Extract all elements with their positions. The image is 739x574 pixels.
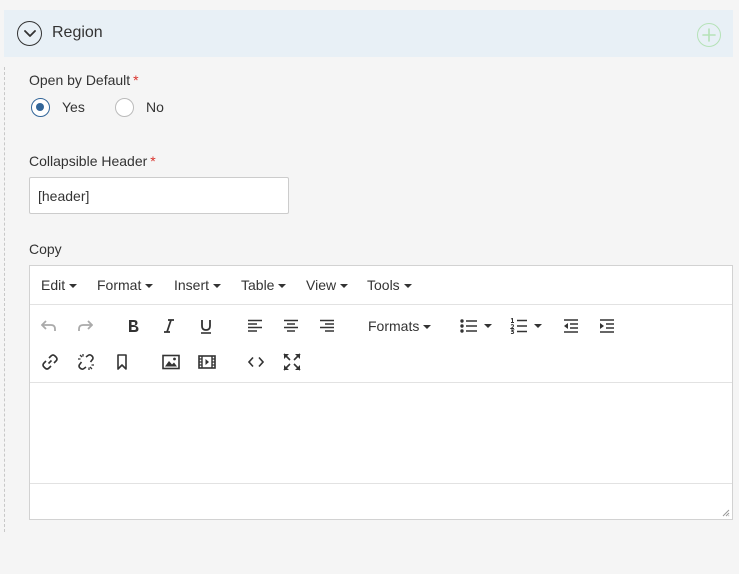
editor-statusbar <box>30 483 732 519</box>
outdent-icon <box>564 319 578 333</box>
caret-down-icon <box>484 324 492 328</box>
resize-handle-icon[interactable] <box>722 509 730 517</box>
align-right-button[interactable] <box>316 315 338 337</box>
fullscreen-icon <box>283 353 301 371</box>
insert-link-button[interactable] <box>39 351 61 373</box>
underline-icon <box>201 320 211 334</box>
menu-edit-label: Edit <box>41 277 66 293</box>
menu-tools[interactable]: Tools <box>367 277 412 293</box>
plus-icon <box>702 28 716 42</box>
image-icon <box>162 354 180 370</box>
underline-button[interactable] <box>195 315 217 337</box>
bullet-list-icon <box>460 319 477 333</box>
indent-button[interactable] <box>596 315 618 337</box>
caret-down-icon <box>423 325 432 330</box>
source-code-button[interactable] <box>245 351 267 373</box>
italic-icon <box>164 319 174 333</box>
indent-icon <box>600 319 614 333</box>
bold-icon <box>129 320 139 332</box>
menu-view[interactable]: View <box>306 277 349 293</box>
radio-no[interactable] <box>115 98 134 117</box>
collapsible-header-label-text: Collapsible Header <box>29 153 148 169</box>
collapsible-header-input[interactable] <box>29 177 289 214</box>
caret-down-icon <box>145 284 154 289</box>
italic-button[interactable] <box>158 315 180 337</box>
caret-down-icon <box>403 284 412 289</box>
editor-menubar: Edit Format Insert Table View Tools <box>30 266 732 305</box>
numbered-list-icon <box>510 318 527 334</box>
caret-down-icon <box>278 284 287 289</box>
menu-format-label: Format <box>97 277 142 293</box>
collapse-toggle-button[interactable] <box>17 21 42 46</box>
outdent-button[interactable] <box>560 315 582 337</box>
numbered-list-button[interactable] <box>510 315 550 337</box>
caret-down-icon <box>213 284 222 289</box>
align-center-icon <box>284 319 298 332</box>
editor-toolbar: Formats <box>30 305 732 383</box>
copy-label: Copy <box>29 241 62 257</box>
open-by-default-label-text: Open by Default <box>29 72 131 88</box>
bold-button[interactable] <box>122 315 144 337</box>
menu-edit[interactable]: Edit <box>41 277 78 293</box>
radio-yes-label[interactable]: Yes <box>62 99 85 115</box>
menu-insert-label: Insert <box>174 277 210 293</box>
menu-view-label: View <box>306 277 337 293</box>
redo-button[interactable] <box>74 315 96 337</box>
menu-format[interactable]: Format <box>97 277 154 293</box>
caret-down-icon <box>340 284 349 289</box>
editor-content-area[interactable] <box>30 383 732 483</box>
unlink-icon <box>78 354 94 370</box>
code-icon <box>248 356 264 368</box>
undo-button[interactable] <box>38 315 60 337</box>
remove-link-button[interactable] <box>75 351 97 373</box>
insert-media-button[interactable] <box>196 351 218 373</box>
formats-label: Formats <box>368 318 420 334</box>
formats-dropdown[interactable]: Formats <box>368 318 432 334</box>
align-left-icon <box>248 319 262 332</box>
required-mark: * <box>133 72 139 88</box>
add-region-button[interactable] <box>697 23 721 47</box>
radio-yes[interactable] <box>31 98 50 117</box>
region-title: Region <box>52 24 103 41</box>
menu-insert[interactable]: Insert <box>174 277 222 293</box>
open-by-default-label: Open by Default * <box>29 72 139 88</box>
align-right-icon <box>320 319 334 332</box>
rich-text-editor: Edit Format Insert Table View Tools Form… <box>29 265 733 520</box>
video-icon <box>198 355 216 369</box>
bookmark-icon <box>117 354 127 370</box>
menu-tools-label: Tools <box>367 277 400 293</box>
bookmark-button[interactable] <box>111 351 133 373</box>
caret-down-icon <box>534 324 542 328</box>
redo-icon <box>78 320 93 331</box>
radio-no-label[interactable]: No <box>146 99 164 115</box>
region-header: Region <box>4 10 733 57</box>
caret-down-icon <box>69 284 78 289</box>
bullet-list-button[interactable] <box>460 315 500 337</box>
undo-icon <box>41 320 56 331</box>
align-left-button[interactable] <box>244 315 266 337</box>
fullscreen-button[interactable] <box>281 351 303 373</box>
collapsible-header-label: Collapsible Header * <box>29 153 156 169</box>
insert-image-button[interactable] <box>160 351 182 373</box>
required-mark: * <box>150 153 156 169</box>
region-content-guide <box>4 67 5 532</box>
menu-table-label: Table <box>241 277 275 293</box>
menu-table[interactable]: Table <box>241 277 287 293</box>
align-center-button[interactable] <box>280 315 302 337</box>
link-icon <box>42 354 58 370</box>
chevron-down-icon <box>23 29 36 37</box>
